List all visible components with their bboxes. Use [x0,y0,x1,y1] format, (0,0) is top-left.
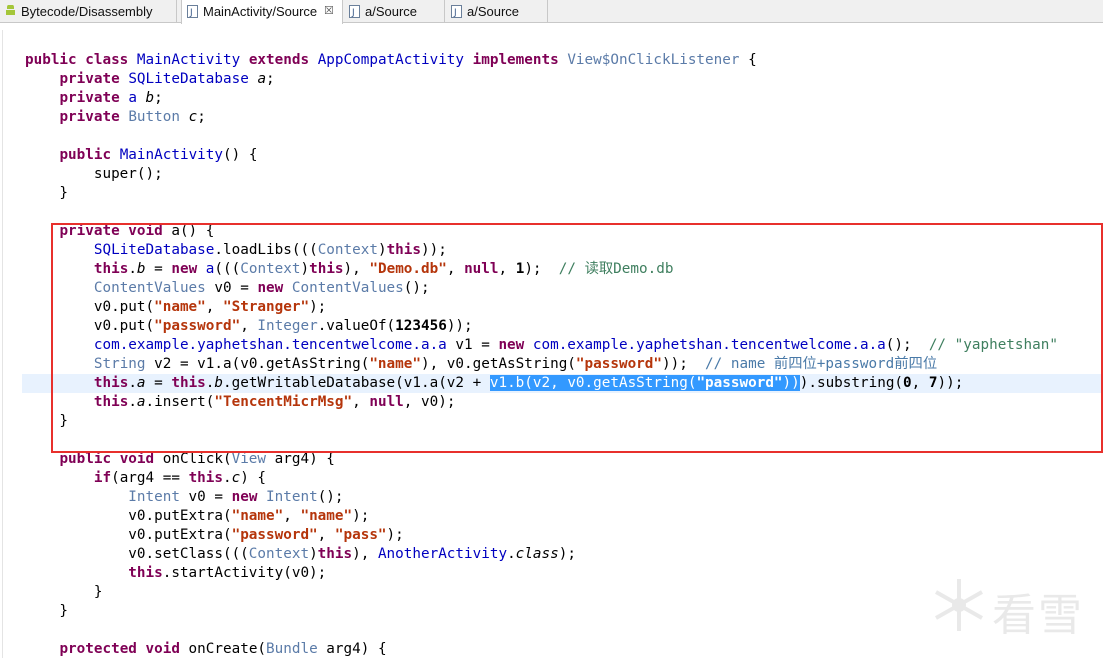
code-line: public class MainActivity extends AppCom… [25,52,757,68]
android-icon [6,5,15,15]
code-line: v0.putExtra("password", "pass"); [25,527,404,543]
tab-label: MainActivity/Source [203,4,318,19]
svg-text:J: J [453,8,457,18]
java-file-icon: J [451,5,462,18]
watermark-text: 看雪 [992,590,1084,641]
tab-label: a/Source [467,4,520,19]
tab-a-source-1[interactable]: J a/Source [344,0,445,23]
svg-text:J: J [351,8,355,18]
snowflake-logo-icon [935,579,983,631]
watermark: 看雪 [930,575,1090,641]
code-line: private a b; [59,90,163,106]
java-file-icon: J [349,5,360,18]
tab-label: a/Source [365,4,418,19]
tab-mainactivity-source[interactable]: J MainActivity/Source ☒ [181,0,343,24]
code-line: v0.putExtra("name", "name"); [25,508,370,524]
code-line: } [25,584,103,600]
tab-bytecode-disassembly[interactable]: Bytecode/Disassembly [0,0,177,23]
code-line: private Button c; [59,109,206,125]
tab-a-source-2[interactable]: J a/Source [446,0,548,23]
editor-tab-bar: Bytecode/Disassembly J MainActivity/Sour… [0,0,1103,24]
code-line: } [25,603,69,619]
code-line: } [25,185,69,201]
highlight-annotation-box [51,223,1103,453]
java-file-icon: J [187,5,198,18]
code-line: private SQLiteDatabase a; [59,71,275,87]
svg-text:J: J [189,8,193,18]
code-line: public MainActivity() { [59,147,258,163]
code-line: this.startActivity(v0); [128,565,327,581]
code-line: super(); [25,166,163,182]
close-tab-icon[interactable]: ☒ [324,0,334,23]
code-line: protected void onCreate(Bundle arg4) { [59,641,387,657]
tab-label: Bytecode/Disassembly [21,4,153,19]
code-line: v0.setClass(((Context)this), AnotherActi… [25,546,576,562]
code-line: if(arg4 == this.c) { [93,470,267,486]
code-line: Intent v0 = new Intent(); [128,489,344,505]
